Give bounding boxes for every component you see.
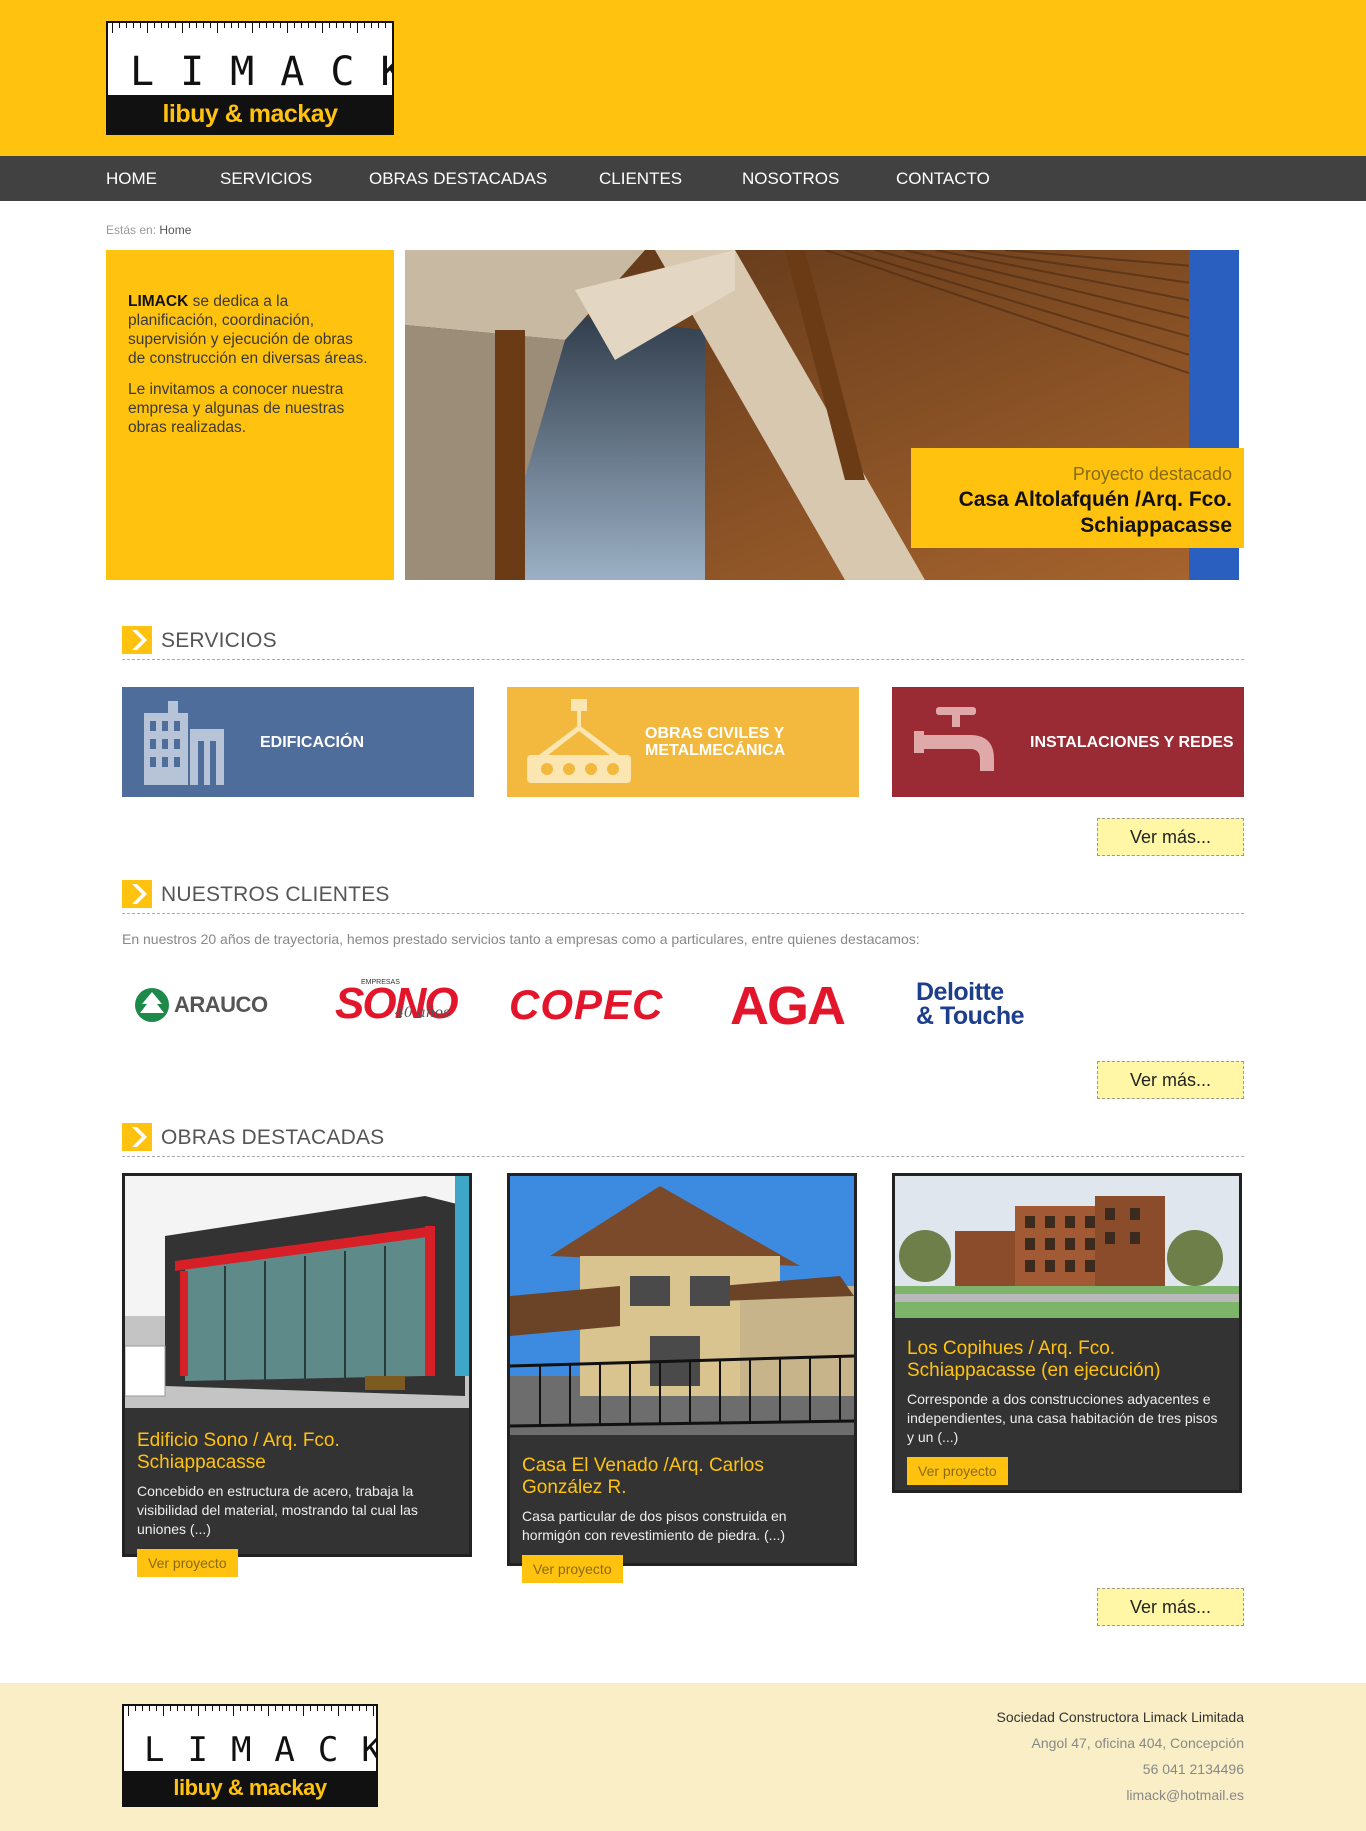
work-image [510, 1176, 854, 1435]
view-project-button[interactable]: Ver proyecto [522, 1555, 623, 1583]
footer-address: Angol 47, oficina 404, Concepción [1031, 1735, 1244, 1751]
work-title[interactable]: Los Copihues / Arq. Fco. Schiappacasse (… [895, 1338, 1239, 1382]
client-logo-copec: COPEC [507, 975, 667, 1035]
service-label: INSTALACIONES Y REDES [1030, 733, 1234, 751]
clients-intro-text: En nuestros 20 años de trayectoria, hemo… [122, 931, 920, 947]
client-name-tagline: 40 años [395, 1005, 451, 1021]
nav-item-servicios[interactable]: SERVICIOS [220, 156, 312, 201]
intro-box: LIMACK se dedica a la planificación, coo… [106, 250, 394, 580]
work-card[interactable]: Casa El Venado /Arq. Carlos González R. … [507, 1173, 857, 1583]
footer-email[interactable]: limack@hotmail.es [997, 1782, 1244, 1808]
work-image [895, 1176, 1239, 1318]
section-header-obras: OBRAS DESTACADAS [122, 1123, 1244, 1157]
intro-brand: LIMACK [128, 293, 189, 310]
section-header-servicios: SERVICIOS [122, 626, 1244, 660]
nav-item-clientes[interactable]: CLIENTES [599, 156, 682, 201]
logo-word: LIMACK [130, 49, 392, 95]
footer-company-name: Sociedad Constructora Limack Limitada [996, 1709, 1244, 1725]
work-photo [125, 1176, 469, 1408]
client-logo-aga: AGA [728, 975, 846, 1036]
breadcrumb-current[interactable]: Home [159, 223, 191, 237]
client-logo-arauco: ARAUCO [132, 975, 282, 1035]
works-more-button[interactable]: Ver más... [1097, 1588, 1244, 1626]
work-title[interactable]: Casa El Venado /Arq. Carlos González R. [510, 1455, 854, 1499]
intro-paragraph-2: Le invitamos a conocer nuestra empresa y… [128, 381, 345, 436]
logo-ruler [124, 1706, 376, 1716]
section-chevron-icon [122, 880, 152, 908]
featured-project-label: Proyecto destacado [1072, 464, 1232, 484]
featured-project-title: Casa Altolafquén /Arq. Fco. Schiappacass… [958, 488, 1232, 537]
section-title: OBRAS DESTACADAS [161, 1126, 385, 1149]
nav-item-contacto[interactable]: CONTACTO [896, 156, 990, 201]
client-logo-deloitte: Deloitte & Touche [914, 975, 1044, 1035]
arauco-tree-icon [135, 988, 169, 1022]
logo-ruler [108, 23, 392, 33]
client-name: SONO [335, 979, 459, 1028]
client-name: AGA [730, 976, 846, 1036]
clients-more-button[interactable]: Ver más... [1097, 1061, 1244, 1099]
work-photo [895, 1176, 1239, 1318]
work-description: Concebido en estructura de acero, trabaj… [137, 1483, 418, 1537]
service-label: EDIFICACIÓN [260, 733, 364, 751]
service-card-instalaciones[interactable]: INSTALACIONES Y REDES [892, 687, 1244, 797]
client-name: COPEC [509, 981, 664, 1028]
section-chevron-icon [122, 1123, 152, 1151]
breadcrumb-prefix: Estás en: [106, 223, 157, 237]
view-project-button[interactable]: Ver proyecto [137, 1549, 238, 1577]
section-title: SERVICIOS [161, 629, 277, 652]
main-nav: HOME SERVICIOS OBRAS DESTACADAS CLIENTES… [0, 156, 1366, 201]
crane-hook-icon [527, 699, 631, 783]
work-card[interactable]: Los Copihues / Arq. Fco. Schiappacasse (… [892, 1173, 1242, 1493]
services-more-button[interactable]: Ver más... [1097, 818, 1244, 856]
faucet-icon [914, 707, 994, 771]
nav-item-nosotros[interactable]: NOSOTROS [742, 156, 839, 201]
site-logo[interactable]: LIMACK libuy & mackay constructora [106, 21, 394, 135]
logo-subtitle: libuy & mackay constructora [124, 1771, 376, 1805]
service-label: OBRAS CIVILES Y METALMECÁNICA [645, 725, 786, 759]
nav-item-obras-destacadas[interactable]: OBRAS DESTACADAS [369, 156, 547, 201]
footer-logo[interactable]: LIMACK libuy & mackay constructora [122, 1704, 378, 1807]
service-card-obras-civiles[interactable]: OBRAS CIVILES Y METALMECÁNICA [507, 687, 859, 797]
nav-item-home[interactable]: HOME [106, 156, 157, 201]
site-header: LIMACK libuy & mackay constructora [0, 0, 1366, 156]
logo-word: LIMACK [144, 1730, 376, 1770]
section-header-clientes: NUESTROS CLIENTES [122, 880, 1244, 914]
site-footer: LIMACK libuy & mackay constructora Socie… [0, 1683, 1366, 1831]
work-image [125, 1176, 469, 1408]
featured-project-caption[interactable]: Proyecto destacado Casa Altolafquén /Arq… [911, 448, 1244, 548]
footer-contact-info: Sociedad Constructora Limack Limitada An… [997, 1704, 1244, 1808]
buildings-icon [144, 701, 224, 785]
work-photo [510, 1176, 854, 1435]
work-card[interactable]: Edificio Sono / Arq. Fco. Schiappacasse … [122, 1173, 472, 1577]
section-chevron-icon [122, 626, 152, 654]
footer-phone: 56 041 2134496 [1142, 1761, 1244, 1777]
work-description: Corresponde a dos construcciones adyacen… [907, 1391, 1218, 1445]
work-description: Casa particular de dos pisos construida … [522, 1508, 787, 1543]
client-name-line2: & Touche [916, 1002, 1025, 1030]
intro-paragraph-1: LIMACK se dedica a la planificación, coo… [128, 292, 372, 368]
view-project-button[interactable]: Ver proyecto [907, 1457, 1008, 1485]
service-card-edificacion[interactable]: EDIFICACIÓN [122, 687, 474, 797]
client-logo-sono: EMPRESAS SONO 40 años [333, 975, 463, 1035]
section-title: NUESTROS CLIENTES [161, 883, 390, 906]
work-title[interactable]: Edificio Sono / Arq. Fco. Schiappacasse [125, 1430, 469, 1474]
logo-subtitle: libuy & mackay constructora [108, 95, 392, 133]
client-name: ARAUCO [174, 992, 268, 1017]
breadcrumb: Estás en: Home [106, 223, 191, 237]
